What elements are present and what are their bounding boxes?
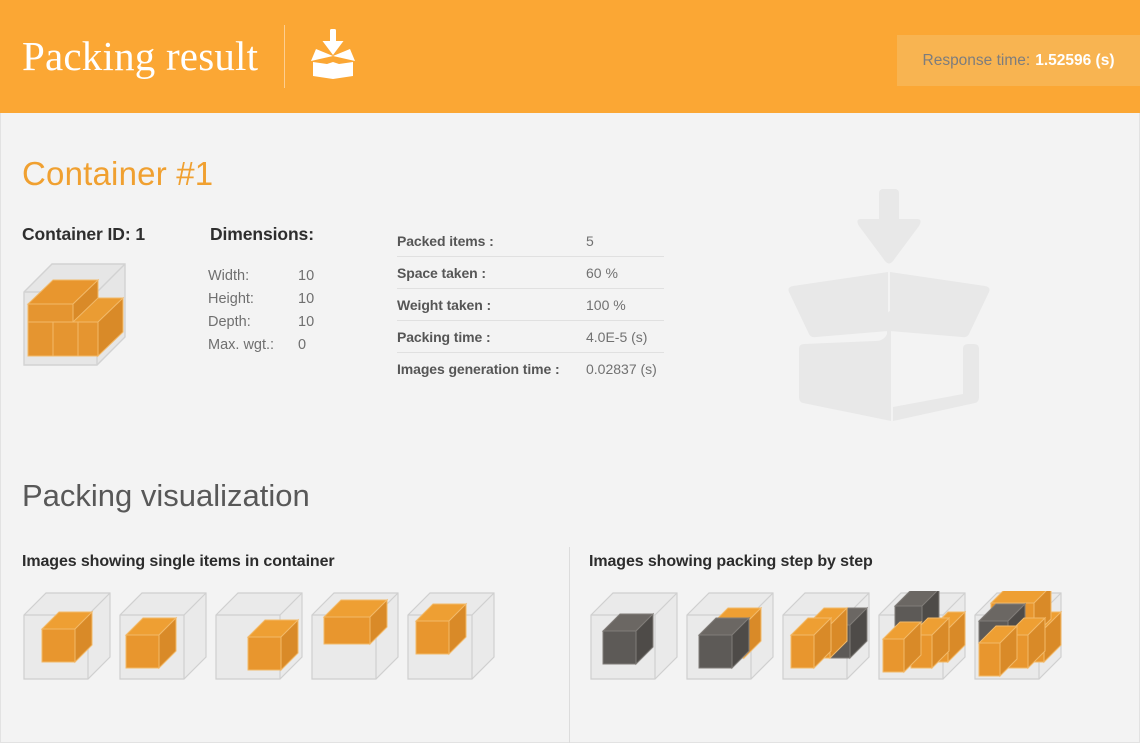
dimension-value: 10 <box>298 268 315 284</box>
table-row: Packing time : 4.0E-5 (s) <box>397 321 664 353</box>
dimension-value: 10 <box>298 291 315 307</box>
packing-step-5[interactable] <box>973 584 1063 686</box>
single-item-2[interactable] <box>118 591 208 686</box>
packing-step-1[interactable] <box>589 591 679 686</box>
dimension-key: Height: <box>208 291 254 307</box>
stat-value: 4.0E-5 (s) <box>586 328 648 345</box>
column-divider <box>569 547 570 743</box>
single-item-3[interactable] <box>214 591 304 686</box>
steps-heading: Images showing packing step by step <box>589 553 873 570</box>
table-row: Weight taken : 100 % <box>397 289 664 321</box>
stat-value: 0.02837 (s) <box>586 361 657 377</box>
packing-steps-thumbnail-list <box>589 584 1063 686</box>
stat-value: 5 <box>586 232 594 249</box>
packing-result-page: Packing result Response time: 1.52596 (s… <box>0 0 1140 743</box>
dimension-row: Width: 10 <box>208 268 348 291</box>
header-divider <box>284 25 286 88</box>
dimensions-list: Width: 10 Height: 10 Depth: 10 Max. wgt.… <box>208 268 348 360</box>
single-item-4[interactable] <box>310 591 400 686</box>
content-panel: Container #1 Container ID: 1 Dimensions: <box>0 113 1140 743</box>
dimension-key: Width: <box>208 268 250 284</box>
packing-step-4[interactable] <box>877 587 967 686</box>
dimension-value: 0 <box>298 337 307 353</box>
packing-step-2[interactable] <box>685 591 775 686</box>
dimensions-label: Dimensions: <box>210 224 314 244</box>
dimension-key: Max. wgt.: <box>208 337 275 353</box>
packing-step-3[interactable] <box>781 591 871 686</box>
single-items-heading: Images showing single items in container <box>22 553 335 570</box>
stat-key: Packing time : <box>397 328 491 345</box>
open-box-watermark-icon <box>783 181 1011 434</box>
single-item-5[interactable] <box>406 591 496 686</box>
dimension-key: Depth: <box>208 314 251 330</box>
table-row: Space taken : 60 % <box>397 257 664 289</box>
table-row: Images generation time : 0.02837 (s) <box>397 353 664 385</box>
dimension-row: Depth: 10 <box>208 314 348 337</box>
table-row: Packed items : 5 <box>397 225 664 257</box>
packed-container-preview[interactable] <box>22 262 127 372</box>
container-id-label: Container ID: 1 <box>22 224 145 244</box>
page-title: Packing result <box>22 33 259 79</box>
stat-key: Images generation time : <box>397 361 560 377</box>
container-heading: Container #1 <box>22 155 214 192</box>
stat-value: 60 % <box>586 264 618 281</box>
response-time-badge: Response time: 1.52596 (s) <box>897 35 1140 86</box>
stat-key: Weight taken : <box>397 296 492 313</box>
dimension-row: Max. wgt.: 0 <box>208 337 348 360</box>
packing-stats-table: Packed items : 5 Space taken : 60 % Weig… <box>397 225 664 385</box>
dimension-row: Height: 10 <box>208 291 348 314</box>
stat-value: 100 % <box>586 296 626 313</box>
single-items-thumbnail-list <box>22 591 496 686</box>
response-time-value: 1.52596 (s) <box>1035 51 1115 69</box>
visualization-title: Packing visualization <box>22 478 310 513</box>
open-box-with-down-arrow-icon <box>309 29 357 84</box>
app-header: Packing result Response time: 1.52596 (s… <box>0 0 1140 113</box>
stat-key: Space taken : <box>397 264 486 281</box>
single-item-1[interactable] <box>22 591 112 686</box>
response-time-label: Response time: <box>922 51 1031 69</box>
stat-key: Packed items : <box>397 232 494 249</box>
dimension-value: 10 <box>298 314 315 330</box>
